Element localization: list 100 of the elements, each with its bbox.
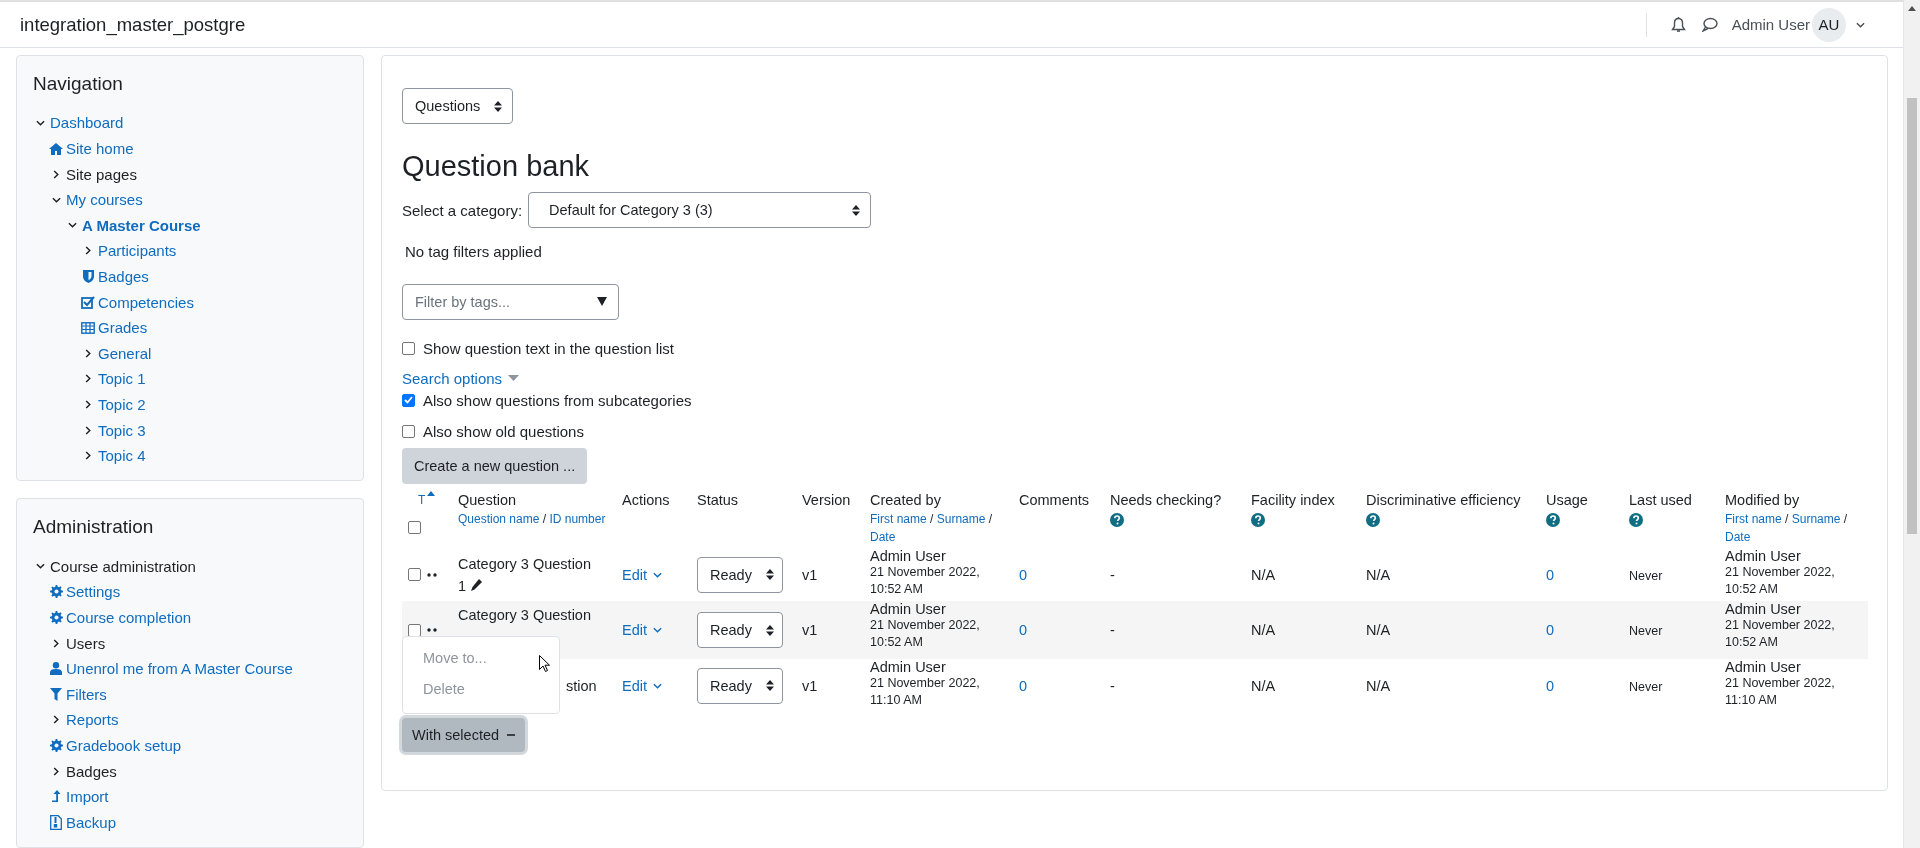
nav-link[interactable]: Gradebook setup (66, 736, 182, 754)
nav-item[interactable]: Badges (66, 762, 117, 780)
status-text: No tag filters applied (405, 242, 543, 263)
checkbox[interactable] (402, 393, 415, 407)
table-icon (81, 321, 95, 334)
nav-link[interactable]: Topic 3 (98, 421, 146, 439)
chevron-down-icon (653, 682, 662, 689)
separator: / (930, 512, 934, 527)
checkbox[interactable] (408, 623, 421, 637)
nav-link[interactable]: Topic 1 (98, 370, 146, 388)
separator: / (988, 512, 993, 527)
drag-handle-icon (427, 628, 437, 633)
column-header: Last used (1629, 491, 1693, 510)
column-header[interactable]: Created by (870, 491, 1011, 510)
nav-link[interactable]: Reports (66, 711, 119, 729)
date-text: 21 November 2022, 10:52 AM (870, 564, 980, 599)
site-name[interactable]: integration_master_postgre (20, 13, 1646, 36)
question-name: Category 3 Question (458, 606, 592, 625)
status-select[interactable]: Ready (697, 612, 783, 649)
sort-link[interactable]: Date (1725, 530, 1751, 545)
file-icon (50, 814, 62, 830)
up-down-arrows-icon (766, 624, 774, 636)
checkbox-icon (81, 295, 95, 309)
table-cell: v1 (802, 622, 818, 639)
nav-link[interactable]: Course completion (66, 608, 192, 626)
comments-link[interactable]: 0 (1019, 566, 1028, 583)
person-icon (50, 662, 62, 676)
user-name[interactable]: Admin User (1731, 16, 1810, 34)
nav-link[interactable]: Competencies (98, 293, 194, 311)
checkbox[interactable] (402, 341, 415, 355)
with-selected-button[interactable]: With selected (402, 718, 526, 753)
nav-link[interactable]: Site home (66, 140, 134, 158)
status-select[interactable]: Ready (697, 667, 783, 704)
sort-link[interactable]: ID number (549, 512, 606, 527)
nav-link[interactable]: Topic 4 (98, 447, 146, 465)
nav-link[interactable]: Import (66, 788, 109, 806)
help-icon (1546, 513, 1560, 528)
nav-link[interactable]: A Master Course (82, 216, 201, 234)
dropdown-triangle-icon (597, 297, 607, 307)
nav-item[interactable]: Site pages (66, 165, 137, 183)
up-down-arrows-icon (766, 569, 774, 581)
sort-link[interactable]: Question name (458, 512, 540, 527)
table-cell: N/A (1366, 677, 1391, 694)
user-avatar[interactable]: AU (1812, 7, 1846, 42)
usage-link[interactable]: 0 (1546, 622, 1555, 639)
usage-link[interactable]: 0 (1546, 677, 1555, 694)
date-text: 21 November 2022, 11:10 AM (870, 675, 980, 710)
shield-icon (82, 270, 94, 283)
edit-menu-link[interactable]: Edit (622, 677, 662, 694)
date-text: 21 November 2022, 11:10 AM (1725, 675, 1835, 710)
sort-link[interactable]: First name (1725, 512, 1782, 527)
sort-link[interactable]: Date (870, 530, 896, 545)
nav-link[interactable]: Grades (98, 319, 148, 337)
checkbox-label: Also show questions from subcategories (423, 391, 692, 409)
block-title: Administration (33, 515, 155, 540)
nav-link[interactable]: My courses (66, 191, 143, 209)
table-cell: N/A (1251, 566, 1276, 583)
checkbox[interactable] (402, 424, 415, 438)
column-header: Needs checking? (1110, 491, 1223, 510)
user-name: Admin User (1725, 548, 1802, 565)
category-select[interactable]: Default for Category 3 (3) (528, 192, 872, 229)
column-header[interactable]: Question (458, 491, 614, 510)
checkbox[interactable] (408, 521, 421, 535)
sort-link[interactable]: T (418, 491, 426, 510)
nav-link[interactable]: Filters (66, 685, 107, 703)
edit-menu-link[interactable]: Edit (622, 622, 662, 639)
check-icon (404, 396, 413, 405)
table-cell: v1 (802, 566, 818, 583)
nav-link[interactable]: Unenrol me from A Master Course (66, 660, 293, 678)
nav-link[interactable]: General (98, 344, 152, 362)
nav-item[interactable]: Users (66, 634, 106, 652)
scroll-up-arrow-icon[interactable] (1908, 6, 1916, 11)
status-select[interactable]: Ready (697, 556, 783, 593)
user-name: Admin User (870, 601, 947, 618)
sort-link[interactable]: Surname (1791, 512, 1841, 527)
nav-link[interactable]: Settings (66, 583, 121, 601)
checkbox[interactable] (408, 568, 421, 582)
table-cell: N/A (1251, 677, 1276, 694)
comments-link[interactable]: 0 (1019, 677, 1028, 694)
comments-link[interactable]: 0 (1019, 622, 1028, 639)
sort-link[interactable]: Surname (936, 512, 986, 527)
nav-link[interactable]: Participants (98, 242, 177, 260)
tag-filter-field[interactable]: Filter by tags... (402, 284, 619, 321)
nav-link[interactable]: Backup (66, 813, 117, 831)
usage-link[interactable]: 0 (1546, 566, 1555, 583)
nav-item[interactable]: Course administration (50, 557, 196, 575)
nav-link[interactable]: Badges (98, 268, 149, 285)
column-header: Facility index (1251, 491, 1336, 510)
page-select[interactable]: Questions (402, 88, 514, 125)
create-question-button[interactable]: Create a new question ... (402, 448, 588, 485)
nav-link[interactable]: Dashboard (50, 114, 124, 132)
mouse-pointer-icon (539, 655, 550, 673)
column-header[interactable]: Modified by (1725, 491, 1864, 510)
nav-link[interactable]: Topic 2 (98, 396, 146, 413)
scrollbar[interactable] (1903, 0, 1920, 848)
sort-link[interactable]: First name (870, 512, 927, 527)
edit-menu-link[interactable]: Edit (622, 566, 662, 583)
search-options-link[interactable]: Search options (402, 369, 503, 387)
bell-icon (1670, 16, 1686, 33)
separator: / (1843, 512, 1848, 527)
